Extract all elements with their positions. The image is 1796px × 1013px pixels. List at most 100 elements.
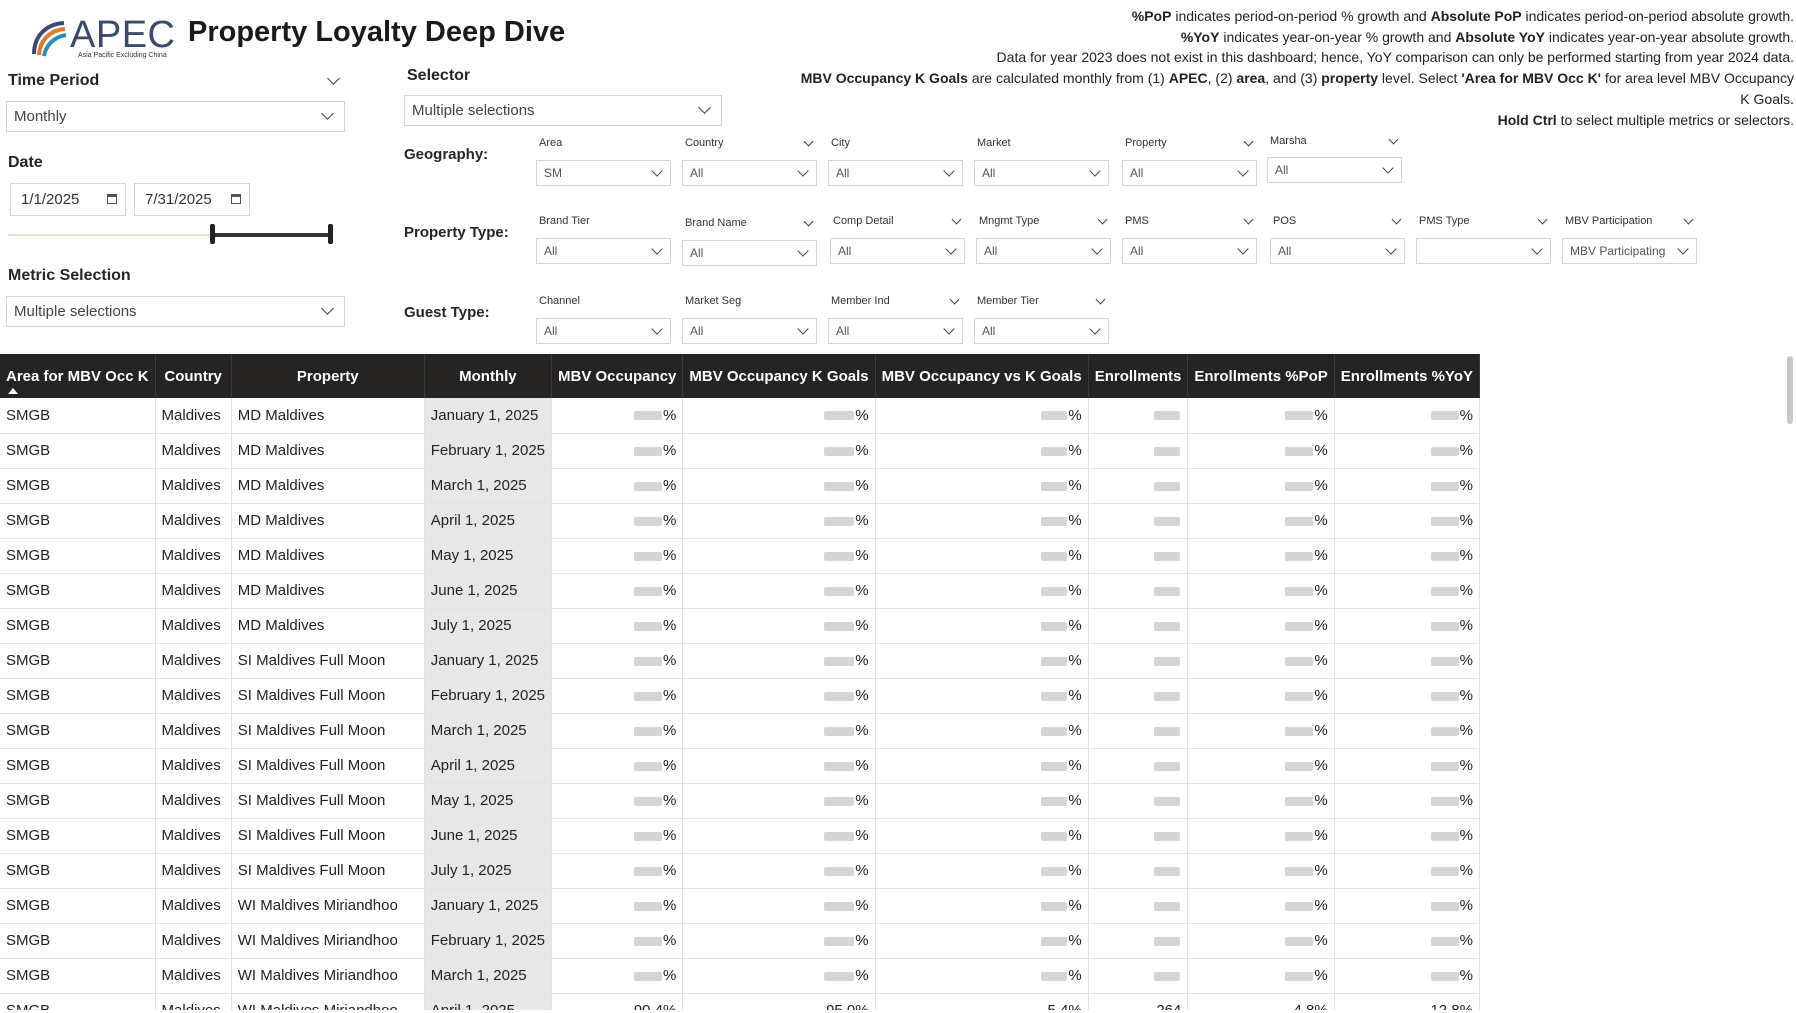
redacted-value	[1154, 866, 1181, 876]
filter-pms-type[interactable]	[1416, 238, 1551, 264]
column-header[interactable]: Area for MBV Occ K	[0, 354, 156, 398]
chevron-down-icon	[1385, 243, 1397, 255]
filter-member-tier[interactable]: All	[974, 318, 1109, 344]
filter-value: All	[1130, 166, 1144, 180]
table-row[interactable]: SMGB Maldives SI Maldives Full Moon Februar…	[0, 678, 1480, 714]
table-row[interactable]: SMGB Maldives WI Maldives Miriandhoo Januar…	[0, 888, 1480, 924]
table-row[interactable]: SMGB Maldives SI Maldives Full Moon July 1,…	[0, 853, 1480, 889]
table-scrollbar[interactable]	[1787, 356, 1793, 424]
table-row[interactable]: SMGB Maldives MD Maldives July 1, 2025%%%%%	[0, 608, 1480, 644]
date-slider-start-handle[interactable]	[210, 224, 215, 244]
selector-dropdown[interactable]: Multiple selections	[404, 95, 722, 126]
filter-member-ind[interactable]: All	[828, 318, 963, 344]
table-cell: %	[1334, 433, 1480, 469]
chevron-down-icon[interactable]	[951, 214, 962, 225]
data-table-container[interactable]: Area for MBV Occ K Country Property Monthly…	[0, 354, 1480, 1010]
table-row[interactable]: SMGB Maldives WI Maldives Miriandhoo April …	[0, 993, 1480, 1010]
column-header-label: MBV Occupancy vs K Goals	[881, 367, 1082, 385]
filter-city[interactable]: All	[828, 160, 963, 186]
table-row[interactable]: SMGB Maldives MD Maldives May 1, 2025%%%%%	[0, 538, 1480, 574]
table-cell	[1088, 468, 1189, 504]
filter-mngmt-type[interactable]: All	[976, 238, 1111, 264]
chevron-down-icon[interactable]	[1243, 214, 1254, 225]
table-row[interactable]: SMGB Maldives MD Maldives February 1, 2025%…	[0, 433, 1480, 469]
cell-text: June 1, 2025	[430, 827, 518, 844]
table-cell: 5.4%	[875, 993, 1089, 1010]
column-header[interactable]: Monthly	[424, 354, 553, 398]
chevron-down-icon[interactable]	[949, 294, 960, 305]
redacted-value	[634, 901, 663, 911]
table-row[interactable]: SMGB Maldives SI Maldives Full Moon May 1, …	[0, 783, 1480, 819]
table-row[interactable]: SMGB Maldives SI Maldives Full Moon April 1…	[0, 748, 1480, 784]
metric-selection-dropdown[interactable]: Multiple selections	[6, 296, 345, 327]
table-row[interactable]: SMGB Maldives MD Maldives June 1, 2025%%%%%	[0, 573, 1480, 609]
chevron-down-icon[interactable]	[1097, 214, 1108, 225]
redacted-value	[634, 516, 663, 526]
table-cell: SMGB	[0, 643, 156, 679]
sort-ascending-icon[interactable]	[8, 388, 18, 394]
filter-property[interactable]: All	[1122, 160, 1257, 186]
filter-comp-detail[interactable]: All	[830, 238, 965, 264]
table-cell: March 1, 2025	[424, 468, 553, 504]
calendar-icon[interactable]	[231, 194, 241, 204]
filter-mbv-participation[interactable]: MBV Participating	[1562, 238, 1697, 264]
filter-market[interactable]: All	[974, 160, 1109, 186]
chevron-down-icon[interactable]	[1243, 136, 1254, 147]
chevron-down-icon[interactable]	[803, 136, 814, 147]
chevron-down-icon[interactable]	[1537, 214, 1548, 225]
filter-value: All	[836, 166, 850, 180]
filter-channel[interactable]: All	[536, 318, 671, 344]
column-header[interactable]: Enrollments %YoY	[1334, 354, 1480, 398]
redacted-value	[1430, 656, 1459, 666]
date-end-value: 7/31/2025	[145, 191, 212, 208]
filter-pos[interactable]: All	[1270, 238, 1405, 264]
cell-text: %	[1314, 547, 1328, 564]
filter-area[interactable]: SM	[536, 160, 671, 186]
column-header[interactable]: MBV Occupancy vs K Goals	[875, 354, 1089, 398]
cell-text: 12.8%	[1430, 1002, 1473, 1010]
table-row[interactable]: SMGB Maldives WI Maldives Miriandhoo March …	[0, 958, 1480, 994]
cell-text: %	[1459, 617, 1473, 634]
column-header[interactable]: Enrollments	[1088, 354, 1189, 398]
redacted-value	[1041, 901, 1068, 911]
chevron-down-icon[interactable]	[327, 72, 340, 85]
table-cell: %	[1334, 818, 1480, 854]
filter-marsha[interactable]: All	[1267, 157, 1402, 183]
table-row[interactable]: SMGB Maldives SI Maldives Full Moon January…	[0, 643, 1480, 679]
column-header[interactable]: MBV Occupancy	[551, 354, 684, 398]
table-row[interactable]: SMGB Maldives MD Maldives March 1, 2025%%%%…	[0, 468, 1480, 504]
redacted-value	[1285, 831, 1314, 841]
time-period-dropdown[interactable]: Monthly	[6, 101, 345, 132]
filter-brand-tier[interactable]: All	[536, 238, 671, 264]
calendar-icon[interactable]	[107, 194, 117, 204]
filter-market-seg[interactable]: All	[682, 318, 817, 344]
filter-country[interactable]: All	[682, 160, 817, 186]
date-start-input[interactable]: 1/1/2025	[10, 183, 126, 216]
table-row[interactable]: SMGB Maldives SI Maldives Full Moon June 1,…	[0, 818, 1480, 854]
filter-label-mngmt-type: Mngmt Type	[979, 214, 1109, 227]
table-row[interactable]: SMGB Maldives MD Maldives April 1, 2025%%%%…	[0, 503, 1480, 539]
chevron-down-icon[interactable]	[1683, 214, 1694, 225]
table-row[interactable]: SMGB Maldives WI Maldives Miriandhoo Februa…	[0, 923, 1480, 959]
column-header[interactable]: Property	[231, 354, 425, 398]
column-header[interactable]: MBV Occupancy K Goals	[682, 354, 876, 398]
time-period-title: Time Period	[8, 72, 100, 89]
cell-text: SMGB	[6, 757, 51, 774]
cell-text: July 1, 2025	[430, 862, 512, 879]
cell-text: SI Maldives Full Moon	[237, 757, 386, 774]
chevron-down-icon[interactable]	[1388, 134, 1399, 145]
filter-brand-name[interactable]: All	[682, 240, 817, 266]
table-row[interactable]: SMGB Maldives SI Maldives Full Moon March 1…	[0, 713, 1480, 749]
cell-text: %	[855, 406, 869, 424]
column-header[interactable]: Enrollments %PoP	[1187, 354, 1335, 398]
cell-text: %	[1068, 722, 1082, 739]
table-cell: %	[1187, 923, 1335, 959]
date-slider-end-handle[interactable]	[328, 224, 333, 244]
chevron-down-icon[interactable]	[803, 216, 814, 227]
chevron-down-icon[interactable]	[1095, 294, 1106, 305]
filter-pms[interactable]: All	[1122, 238, 1257, 264]
date-end-input[interactable]: 7/31/2025	[134, 183, 250, 216]
table-row[interactable]: SMGB Maldives MD Maldives January 1, 2025%%…	[0, 398, 1480, 434]
chevron-down-icon[interactable]	[1391, 214, 1402, 225]
column-header[interactable]: Country	[155, 354, 232, 398]
